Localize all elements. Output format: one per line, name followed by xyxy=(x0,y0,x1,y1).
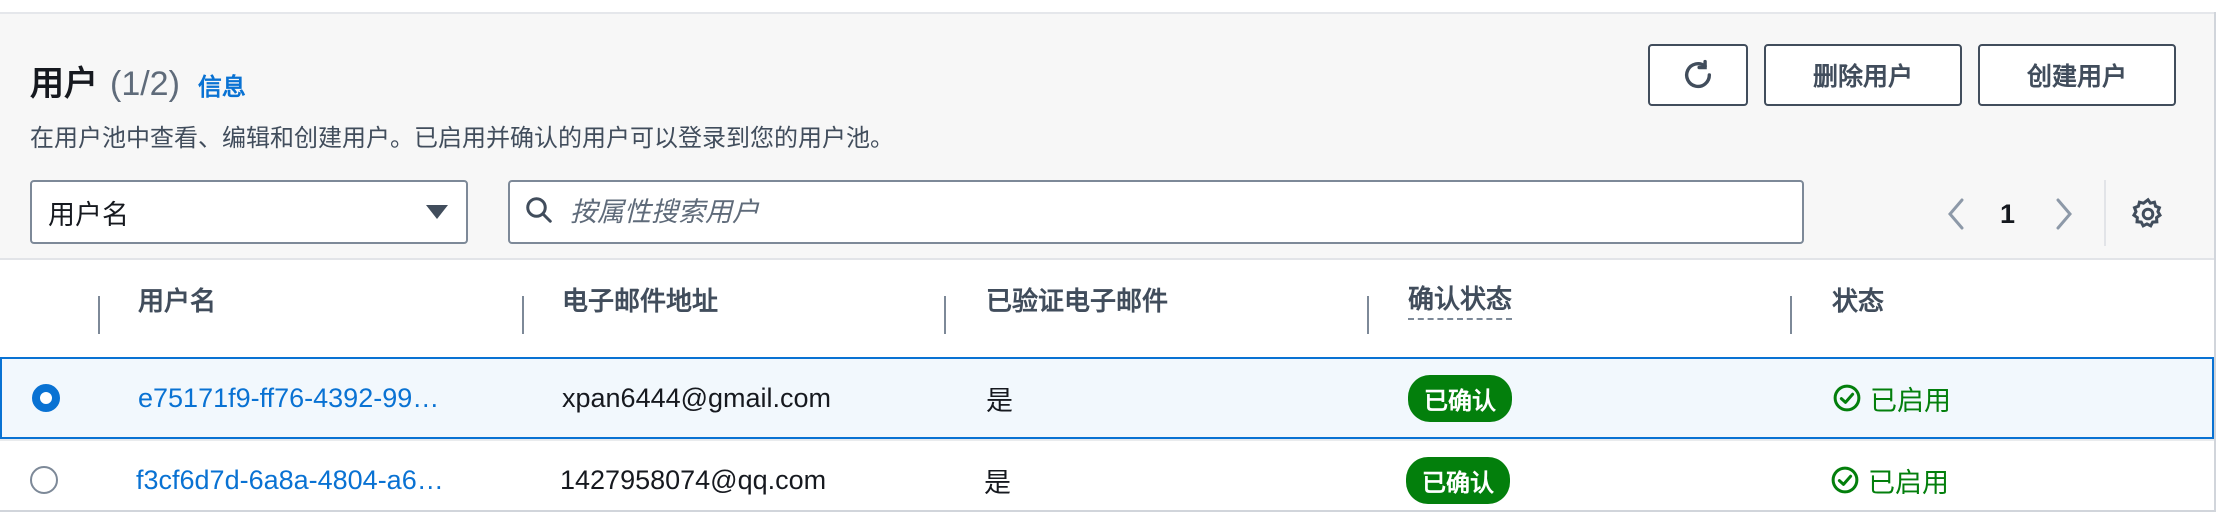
refresh-icon xyxy=(1684,59,1712,89)
page-title: 用户 (1/2) 信息 xyxy=(30,56,246,105)
column-separator xyxy=(98,296,100,334)
email-cell: 1427958074@qq.com xyxy=(560,464,827,495)
refresh-button[interactable] xyxy=(1648,44,1748,106)
radio-selected-icon xyxy=(32,384,60,412)
pager-divider xyxy=(2104,180,2106,246)
search-input[interactable] xyxy=(568,195,1772,229)
column-separator xyxy=(1367,296,1369,334)
users-header: 用户 (1/2) 信息 在用户池中查看、编辑和创建用户。已启用并确认的用户可以登… xyxy=(0,12,2214,260)
search-icon xyxy=(524,195,554,230)
table-settings-button[interactable] xyxy=(2130,184,2166,244)
gear-icon xyxy=(2131,197,2162,228)
chevron-right-icon xyxy=(2056,198,2072,230)
confirmation-status-label: 确认状态 xyxy=(1408,279,1513,320)
email-verified-cell: 是 xyxy=(986,385,1013,416)
column-separator xyxy=(1790,296,1792,334)
caret-down-icon xyxy=(424,197,450,228)
radio-unselected-icon xyxy=(30,466,58,494)
username-link[interactable]: e75171f9-ff76-4392-99… xyxy=(138,359,439,437)
username-link[interactable]: f3cf6d7d-6a8a-4804-a6… xyxy=(136,441,444,519)
check-circle-icon xyxy=(1833,384,1861,412)
property-select-value: 用户名 xyxy=(48,199,129,230)
table-row[interactable]: f3cf6d7d-6a8a-4804-a6… 1427958074@qq.com… xyxy=(0,439,2214,519)
column-separator xyxy=(522,296,524,334)
confirmed-badge: 已确认 xyxy=(1408,374,1512,422)
next-page-button[interactable] xyxy=(2052,184,2076,244)
status-cell: 已启用 xyxy=(1832,359,1951,437)
previous-page-button[interactable] xyxy=(1944,184,1968,244)
title-text: 用户 xyxy=(30,65,98,103)
info-link[interactable]: 信息 xyxy=(198,67,246,102)
column-header-status[interactable]: 状态 xyxy=(1832,274,1884,324)
current-page-number[interactable]: 1 xyxy=(2000,184,2015,244)
chevron-left-icon xyxy=(1948,198,1964,230)
confirmed-badge: 已确认 xyxy=(1406,456,1510,504)
confirmation-cell: 已确认 xyxy=(1408,359,1512,437)
email-cell: xpan6444@gmail.com xyxy=(562,382,832,413)
status-text: 已启用 xyxy=(1868,467,1949,498)
column-header-confirmation-status[interactable]: 确认状态 xyxy=(1408,274,1513,324)
create-user-button[interactable]: 创建用户 xyxy=(1978,44,2176,106)
user-count: (1/2) xyxy=(110,65,180,103)
property-select[interactable]: 用户名 xyxy=(30,180,468,244)
status-text: 已启用 xyxy=(1870,385,1951,416)
users-panel: 用户 (1/2) 信息 在用户池中查看、编辑和创建用户。已启用并确认的用户可以登… xyxy=(0,12,2216,512)
column-header-email-verified[interactable]: 已验证电子邮件 xyxy=(986,274,1168,324)
column-header-email[interactable]: 电子邮件地址 xyxy=(562,274,718,324)
delete-user-button[interactable]: 删除用户 xyxy=(1764,44,1962,106)
email-verified-cell: 是 xyxy=(984,467,1011,498)
search-field[interactable] xyxy=(508,180,1804,244)
page-description: 在用户池中查看、编辑和创建用户。已启用并确认的用户可以登录到您的用户池。 xyxy=(30,125,894,152)
check-circle-icon xyxy=(1831,466,1859,494)
status-cell: 已启用 xyxy=(1830,441,1949,519)
confirmation-cell: 已确认 xyxy=(1406,441,1510,519)
column-header-username[interactable]: 用户名 xyxy=(138,274,216,324)
column-separator xyxy=(944,296,946,334)
table-row[interactable]: e75171f9-ff76-4392-99… xpan6444@gmail.co… xyxy=(0,357,2214,439)
